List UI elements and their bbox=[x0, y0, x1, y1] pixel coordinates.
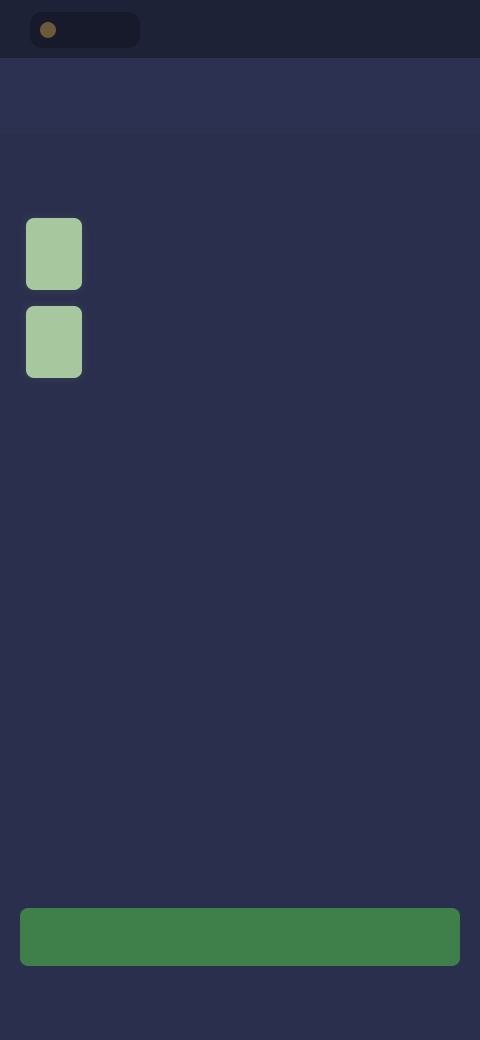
status-dot-icon bbox=[40, 22, 56, 38]
status-bar bbox=[0, 0, 480, 58]
item-thumbnail bbox=[26, 218, 82, 290]
header bbox=[0, 58, 480, 134]
list-item[interactable] bbox=[26, 210, 456, 298]
section-header bbox=[0, 140, 480, 190]
app-screen bbox=[0, 0, 480, 1040]
primary-action-button[interactable] bbox=[20, 908, 460, 966]
status-indicator bbox=[30, 12, 140, 48]
item-list bbox=[26, 210, 456, 386]
list-item[interactable] bbox=[26, 298, 456, 386]
status-right-text bbox=[384, 20, 444, 40]
item-thumbnail bbox=[26, 306, 82, 378]
